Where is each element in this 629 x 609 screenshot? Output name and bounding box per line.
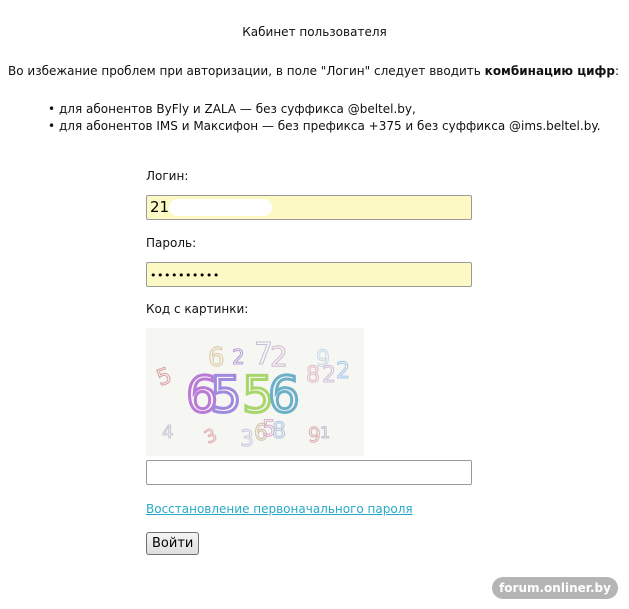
svg-text:5: 5 (210, 366, 242, 424)
captcha-input[interactable] (146, 460, 472, 485)
svg-text:5: 5 (154, 363, 176, 391)
svg-text:8: 8 (306, 363, 320, 388)
svg-text:1: 1 (320, 423, 330, 442)
login-label: Логин: (146, 169, 189, 183)
svg-text:6: 6 (268, 366, 300, 424)
intro-text-before: Во избежание проблем при авторизации, в … (8, 64, 485, 78)
login-input[interactable]: 21 (146, 195, 472, 220)
login-button[interactable]: Войти (146, 532, 200, 555)
svg-text:4: 4 (162, 422, 173, 443)
svg-text:2: 2 (322, 363, 336, 388)
login-notes-list: для абонентов ByFly и ZALA — без суффикс… (48, 101, 601, 135)
password-input-value: •••••••••• (150, 269, 220, 282)
watermark: forum.onliner.by (492, 577, 618, 599)
svg-text:3: 3 (201, 425, 220, 449)
svg-text:2: 2 (336, 359, 350, 384)
login-input-value: 21 (150, 198, 170, 216)
page-title: Кабинет пользователя (242, 25, 387, 39)
captcha-svg: 5 6 2 7 2 9 8 2 2 4 3 3 6 5 8 9 1 6 5 5 … (153, 337, 350, 453)
intro-text-after: : (615, 64, 620, 78)
intro-text: Во избежание проблем при авторизации, в … (8, 64, 623, 78)
note-item-ims: для абонентов IMS и Максифон — без префи… (48, 118, 601, 135)
recover-password-link[interactable]: Восстановление первоначального пароля (146, 502, 413, 516)
svg-text:9: 9 (308, 423, 321, 447)
intro-text-bold: комбинацию цифр (484, 64, 615, 78)
password-input[interactable]: •••••••••• (146, 262, 472, 287)
note-item-byfly: для абонентов ByFly и ZALA — без суффикс… (48, 101, 601, 118)
password-label: Пароль: (146, 236, 197, 250)
captcha-label: Код с картинки: (146, 302, 249, 316)
svg-text:3: 3 (240, 427, 254, 452)
captcha-image: 5 6 2 7 2 9 8 2 2 4 3 3 6 5 8 9 1 6 5 5 … (146, 328, 364, 456)
redaction-mask (169, 199, 272, 216)
captcha-digits: 6 5 5 6 (185, 365, 302, 426)
